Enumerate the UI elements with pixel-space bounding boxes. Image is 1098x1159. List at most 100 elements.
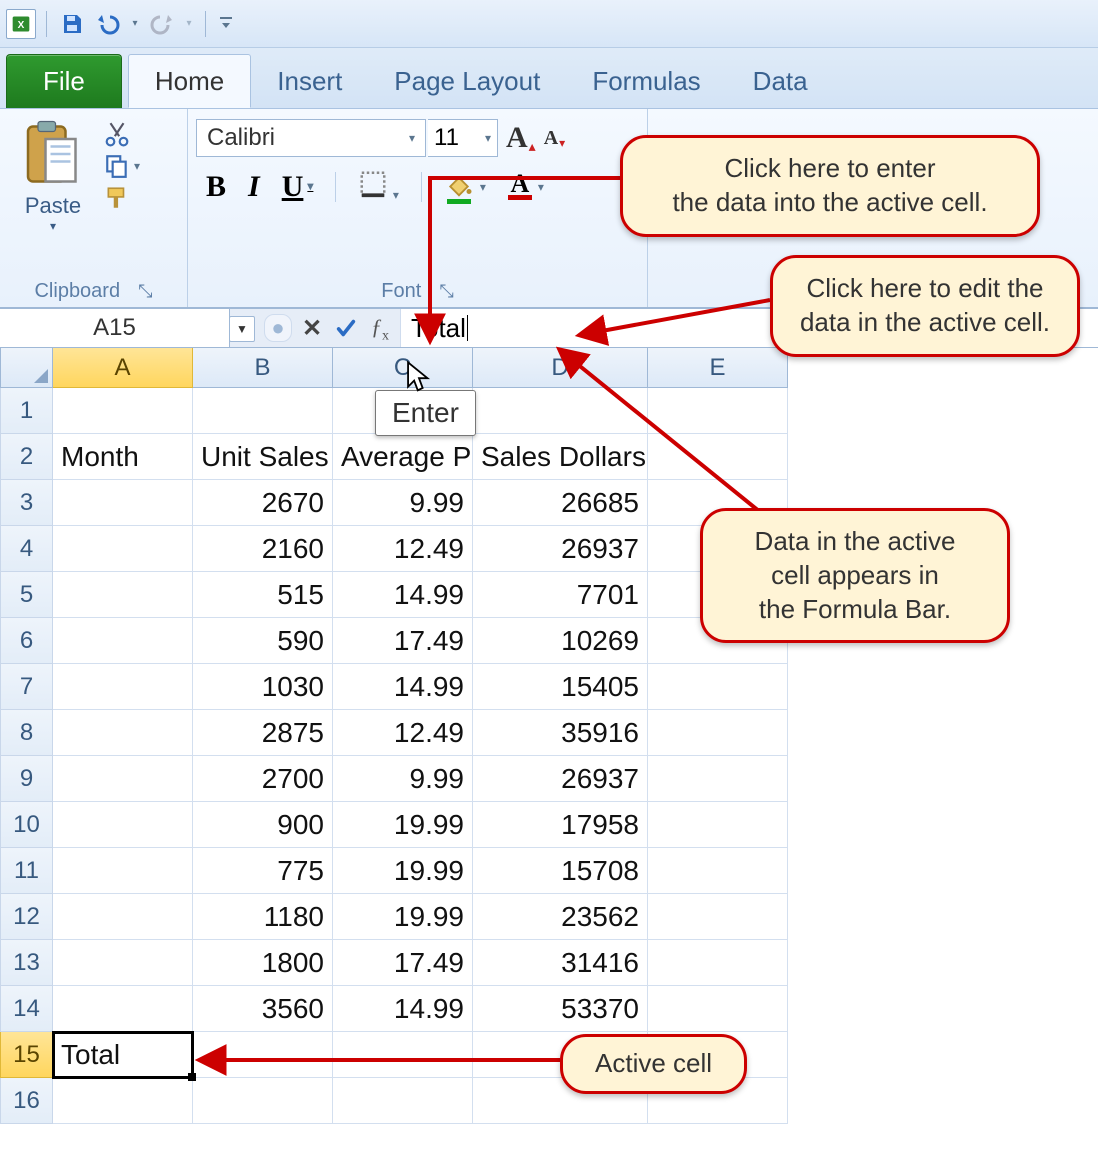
cell-C10[interactable]: 19.99 (333, 802, 473, 848)
row-header-3[interactable]: 3 (0, 480, 53, 526)
cell-D3[interactable]: 26685 (473, 480, 648, 526)
cell-E2[interactable] (648, 434, 788, 480)
cell-B2[interactable]: Unit Sales (193, 434, 333, 480)
cell-A12[interactable] (53, 894, 193, 940)
cell-D4[interactable]: 26937 (473, 526, 648, 572)
cell-B1[interactable] (193, 388, 333, 434)
cell-C14[interactable]: 14.99 (333, 986, 473, 1032)
cell-C4[interactable]: 12.49 (333, 526, 473, 572)
row-header-5[interactable]: 5 (0, 572, 53, 618)
column-header-C[interactable]: C (333, 348, 473, 388)
cell-E12[interactable] (648, 894, 788, 940)
row-header-14[interactable]: 14 (0, 986, 53, 1032)
row-header-2[interactable]: 2 (0, 434, 53, 480)
cell-B14[interactable]: 3560 (193, 986, 333, 1032)
undo-dropdown[interactable]: ▾ (129, 18, 141, 29)
font-name-select[interactable]: Calibri ▾ (196, 119, 426, 157)
row-header-6[interactable]: 6 (0, 618, 53, 664)
bold-button[interactable]: B (206, 170, 226, 204)
cell-D12[interactable]: 23562 (473, 894, 648, 940)
cell-A14[interactable] (53, 986, 193, 1032)
column-header-B[interactable]: B (193, 348, 333, 388)
italic-button[interactable]: I (248, 170, 260, 204)
row-header-1[interactable]: 1 (0, 388, 53, 434)
font-launcher[interactable]: ⤡ (439, 281, 453, 302)
cell-B4[interactable]: 2160 (193, 526, 333, 572)
cell-D5[interactable]: 7701 (473, 572, 648, 618)
row-header-12[interactable]: 12 (0, 894, 53, 940)
cell-B9[interactable]: 2700 (193, 756, 333, 802)
cell-B3[interactable]: 2670 (193, 480, 333, 526)
cell-D7[interactable]: 15405 (473, 664, 648, 710)
cell-B11[interactable]: 775 (193, 848, 333, 894)
cancel-button[interactable]: ✕ (298, 314, 326, 342)
paste-button[interactable]: Paste ▾ (8, 119, 98, 233)
row-header-10[interactable]: 10 (0, 802, 53, 848)
cell-E14[interactable] (648, 986, 788, 1032)
cell-C15[interactable] (333, 1032, 473, 1078)
cut-button[interactable] (104, 121, 140, 147)
grow-font-button[interactable]: A▴ (506, 121, 536, 155)
cell-C3[interactable]: 9.99 (333, 480, 473, 526)
clipboard-launcher[interactable]: ⤡ (138, 281, 152, 302)
tab-page-layout[interactable]: Page Layout (368, 54, 566, 108)
name-box-dropdown[interactable]: ▼ (229, 316, 255, 342)
cell-D13[interactable]: 31416 (473, 940, 648, 986)
customize-qat-button[interactable] (216, 16, 236, 32)
cell-A5[interactable] (53, 572, 193, 618)
enter-button[interactable] (332, 314, 360, 342)
cell-C8[interactable]: 12.49 (333, 710, 473, 756)
cell-B8[interactable]: 2875 (193, 710, 333, 756)
cell-D10[interactable]: 17958 (473, 802, 648, 848)
save-button[interactable] (57, 9, 87, 39)
cell-A7[interactable] (53, 664, 193, 710)
column-header-D[interactable]: D (473, 348, 648, 388)
cell-C2[interactable]: Average P (333, 434, 473, 480)
row-header-4[interactable]: 4 (0, 526, 53, 572)
cell-E9[interactable] (648, 756, 788, 802)
cell-D1[interactable] (473, 388, 648, 434)
cell-B5[interactable]: 515 (193, 572, 333, 618)
cell-C16[interactable] (333, 1078, 473, 1124)
cell-A2[interactable]: Month (53, 434, 193, 480)
tab-data[interactable]: Data (727, 54, 834, 108)
redo-dropdown[interactable]: ▾ (183, 18, 195, 29)
fill-color-button[interactable] (444, 169, 474, 204)
borders-button[interactable]: ▾ (358, 169, 398, 204)
row-header-9[interactable]: 9 (0, 756, 53, 802)
tab-insert[interactable]: Insert (251, 54, 368, 108)
row-header-11[interactable]: 11 (0, 848, 53, 894)
cell-B16[interactable] (193, 1078, 333, 1124)
column-header-A[interactable]: A (53, 348, 193, 388)
tab-home[interactable]: Home (128, 54, 251, 108)
cell-A11[interactable] (53, 848, 193, 894)
cell-A1[interactable] (53, 388, 193, 434)
cell-E7[interactable] (648, 664, 788, 710)
cell-D11[interactable]: 15708 (473, 848, 648, 894)
redo-button[interactable] (147, 9, 177, 39)
cell-E11[interactable] (648, 848, 788, 894)
font-color-button[interactable]: A (508, 173, 532, 200)
copy-button[interactable]: ▾ (104, 153, 140, 179)
format-painter-button[interactable] (104, 185, 140, 211)
select-all-button[interactable] (0, 348, 53, 388)
shrink-font-button[interactable]: A▾ (544, 127, 565, 150)
cell-B13[interactable]: 1800 (193, 940, 333, 986)
range-selector-button[interactable]: ● (264, 314, 292, 342)
grid-body[interactable]: 12MonthUnit SalesAverage PSales Dollars3… (0, 388, 1098, 1124)
cell-A8[interactable] (53, 710, 193, 756)
row-header-15[interactable]: 15 (0, 1032, 53, 1078)
tab-formulas[interactable]: Formulas (566, 54, 726, 108)
cell-D8[interactable]: 35916 (473, 710, 648, 756)
cell-A3[interactable] (53, 480, 193, 526)
cell-C13[interactable]: 17.49 (333, 940, 473, 986)
tab-file[interactable]: File (6, 54, 122, 108)
cell-D14[interactable]: 53370 (473, 986, 648, 1032)
cell-B15[interactable] (193, 1032, 333, 1078)
cell-B6[interactable]: 590 (193, 618, 333, 664)
cell-B7[interactable]: 1030 (193, 664, 333, 710)
insert-function-button[interactable]: ƒx (366, 314, 394, 342)
cell-A15[interactable]: Total (53, 1032, 193, 1078)
cell-C6[interactable]: 17.49 (333, 618, 473, 664)
row-header-7[interactable]: 7 (0, 664, 53, 710)
